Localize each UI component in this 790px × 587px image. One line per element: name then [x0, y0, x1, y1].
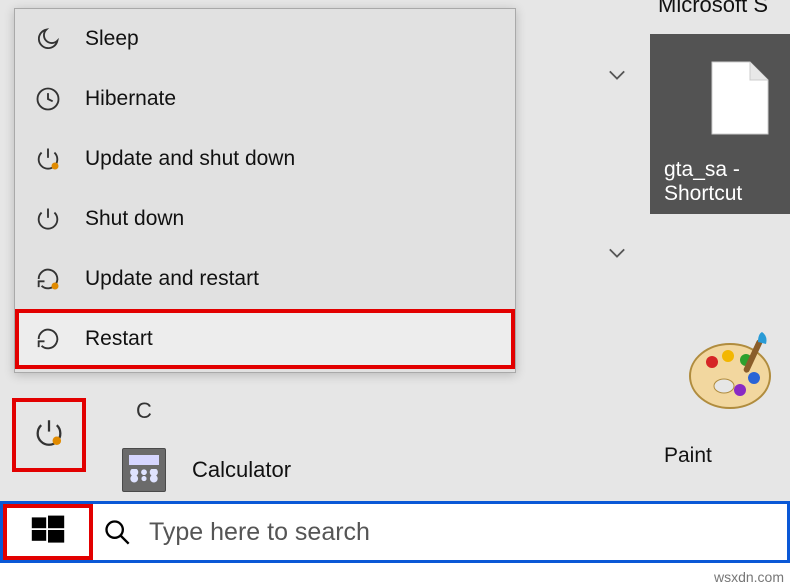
power-menu-restart[interactable]: Restart	[15, 309, 515, 369]
start-menu-background: Sleep Hibernate Update and shut down	[0, 0, 636, 501]
sleep-icon	[33, 24, 63, 54]
power-menu-item-label: Restart	[85, 327, 153, 351]
search-icon	[103, 518, 131, 546]
search-input[interactable]	[149, 518, 787, 547]
restart-icon	[33, 324, 63, 354]
power-menu-item-label: Hibernate	[85, 87, 176, 111]
power-menu-update-shutdown[interactable]: Update and shut down	[15, 129, 515, 189]
power-menu-shutdown[interactable]: Shut down	[15, 189, 515, 249]
power-menu-item-label: Update and shut down	[85, 147, 295, 171]
document-icon	[710, 60, 770, 136]
power-menu-item-label: Update and restart	[85, 267, 259, 291]
tile-gta-sa-shortcut[interactable]: gta_sa - Shortcut	[650, 34, 790, 214]
tile-label-line: Shortcut	[664, 182, 742, 206]
tile-label-line: gta_sa -	[664, 158, 742, 182]
update-restart-icon	[33, 264, 63, 294]
calculator-icon	[122, 448, 166, 492]
power-menu-item-label: Shut down	[85, 207, 184, 231]
power-menu-hibernate[interactable]: Hibernate	[15, 69, 515, 129]
start-rail	[12, 398, 86, 488]
tile-label: Paint	[664, 444, 712, 468]
tile-group-label[interactable]: Microsoft S	[658, 0, 768, 18]
power-icon	[32, 416, 66, 455]
watermark: wsxdn.com	[714, 569, 784, 585]
hibernate-icon	[33, 84, 63, 114]
chevron-down-icon[interactable]	[608, 246, 626, 258]
paint-icon	[684, 330, 776, 416]
power-menu-sleep[interactable]: Sleep	[15, 9, 515, 69]
tile-area: Microsoft S gta_sa - Shortcut	[636, 0, 790, 501]
app-list-letter-header[interactable]: C	[136, 398, 152, 424]
tile-label: gta_sa - Shortcut	[664, 158, 742, 206]
shutdown-icon	[33, 204, 63, 234]
power-menu: Sleep Hibernate Update and shut down	[14, 8, 516, 373]
taskbar-search[interactable]	[93, 504, 787, 560]
power-button[interactable]	[12, 398, 86, 472]
chevron-down-icon[interactable]	[608, 68, 626, 80]
update-shutdown-icon	[33, 144, 63, 174]
start-button[interactable]	[3, 504, 93, 560]
power-menu-update-restart[interactable]: Update and restart	[15, 249, 515, 309]
windows-icon	[30, 512, 66, 553]
taskbar	[0, 501, 790, 563]
power-menu-item-label: Sleep	[85, 27, 139, 51]
app-list-item-calculator[interactable]: Calculator	[122, 448, 291, 492]
app-list-item-label: Calculator	[192, 457, 291, 483]
tile-paint[interactable]: Paint	[650, 294, 790, 474]
